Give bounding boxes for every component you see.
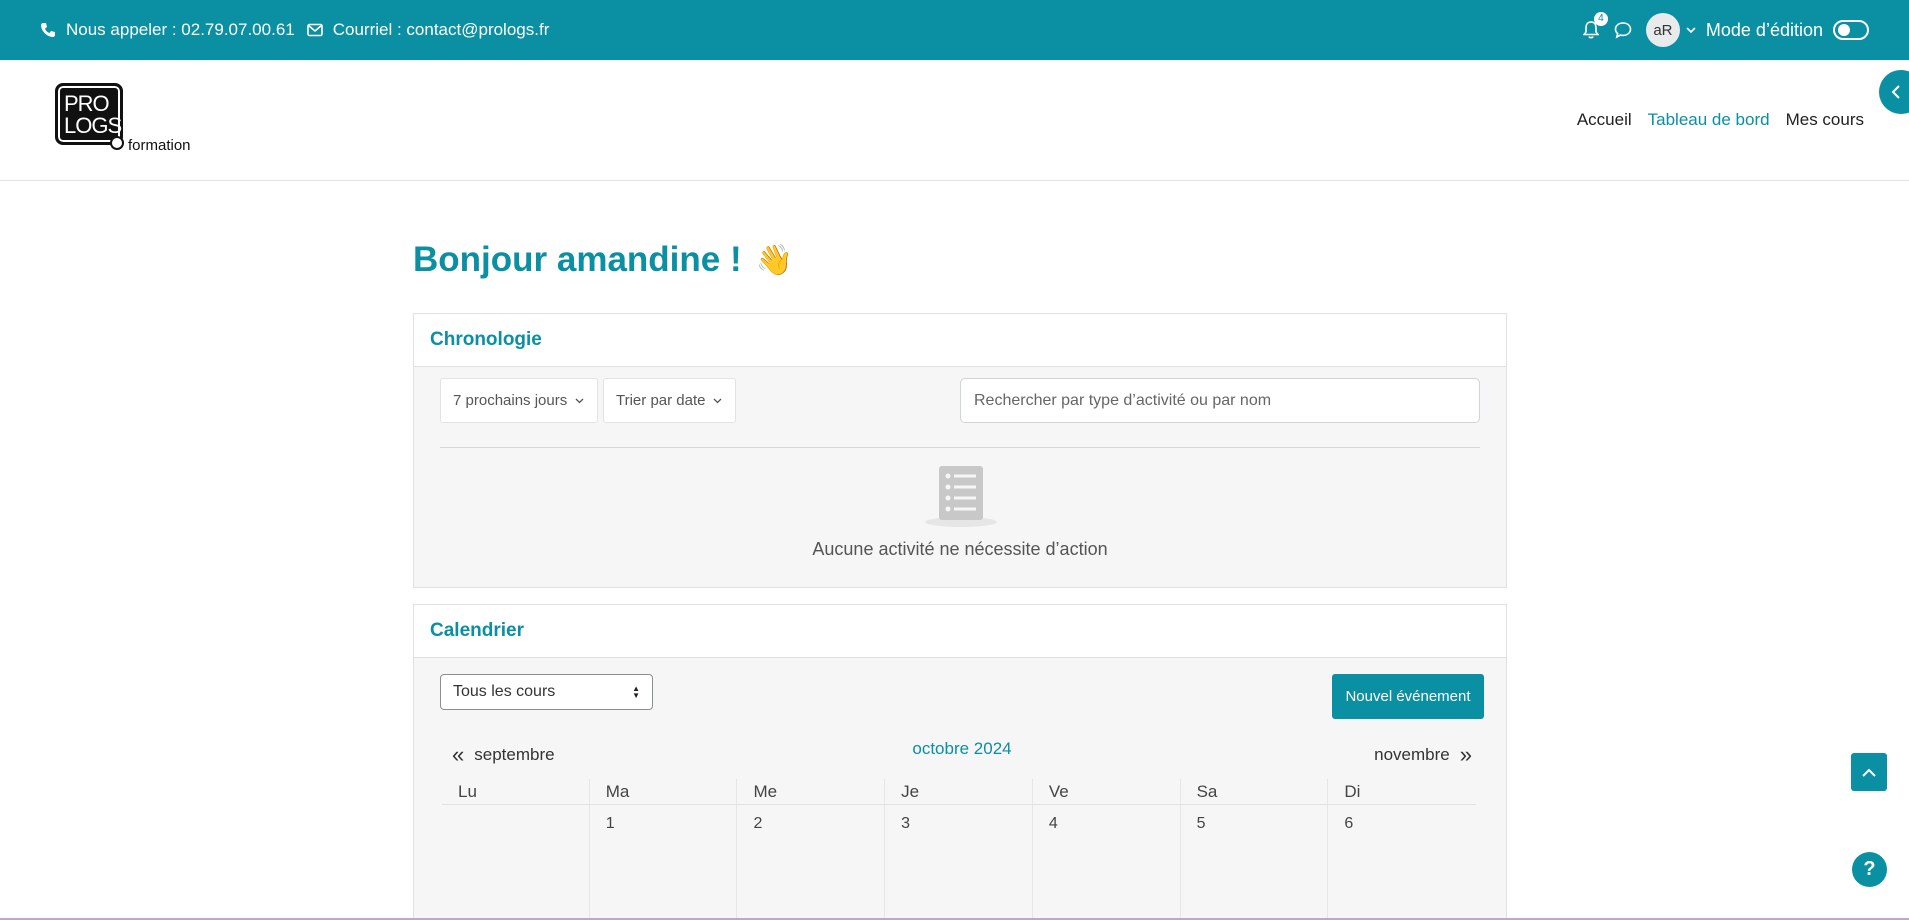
weekday-header: Lu Ma Me Je Ve Sa Di [442, 779, 1476, 805]
next-month-label: novembre [1374, 745, 1450, 764]
phone-contact[interactable]: Nous appeler : 02.79.07.00.61 [38, 20, 295, 40]
timeline-block: Chronologie 7 prochains jours Trier par … [413, 313, 1507, 588]
calendar-day[interactable]: 1 [590, 805, 738, 920]
weekday-label: Sa [1181, 779, 1329, 804]
calendar-day[interactable]: 2 [737, 805, 886, 920]
month-navigation: octobre 2024 « septembre novembre » [442, 739, 1482, 768]
divider [440, 447, 1480, 448]
select-arrows-icon: ▲ ▼ [632, 684, 640, 700]
logo-line-2: LOGS [64, 113, 122, 138]
empty-state-text: Aucune activité ne nécessite d’action [812, 539, 1108, 559]
logo-word: formation [128, 137, 191, 154]
day-filter-label: 7 prochains jours [453, 392, 568, 409]
envelope-icon [305, 20, 325, 40]
messages-button[interactable] [1612, 19, 1634, 41]
page-title: Bonjour amandine ! 👋 [413, 240, 793, 280]
course-filter-select[interactable]: Tous les cours ▲ ▼ [440, 674, 653, 710]
timeline-title: Chronologie [414, 314, 1506, 367]
nav-item-tableau-de-bord[interactable]: Tableau de bord [1648, 110, 1770, 130]
logo-line-1: PRO [64, 91, 110, 116]
toggle-knob [1838, 24, 1850, 36]
help-button[interactable]: ? [1852, 852, 1887, 887]
calendar-day-empty [442, 805, 590, 920]
prev-month-link[interactable]: « septembre [442, 742, 555, 768]
current-month: octobre 2024 [912, 739, 1012, 758]
site-logo[interactable]: PRO LOGS formation [55, 83, 215, 158]
calendar-day[interactable]: 3 [885, 805, 1033, 920]
waving-hand-icon: 👋 [755, 243, 793, 277]
greeting-text: Bonjour amandine ! [413, 240, 742, 279]
calendar-grid: Lu Ma Me Je Ve Sa Di 1 2 3 4 5 6 [442, 779, 1476, 920]
phone-label: Nous appeler : 02.79.07.00.61 [66, 20, 295, 39]
logo-bubble [110, 136, 124, 150]
course-filter-value: Tous les cours [453, 683, 556, 700]
double-chevron-right-icon: » [1459, 742, 1472, 767]
weekday-label: Je [885, 779, 1033, 804]
back-to-top-button[interactable] [1851, 753, 1887, 791]
calendar-block: Calendrier Tous les cours ▲ ▼ Nouvel évén… [413, 604, 1507, 920]
chevron-down-icon [575, 396, 585, 406]
chevron-down-icon [713, 396, 723, 406]
edit-mode-label: Mode d’édition [1705, 19, 1823, 40]
chevron-down-icon[interactable] [1686, 25, 1696, 35]
calendar-week-row: 1 2 3 4 5 6 [442, 805, 1476, 920]
top-bar: Nous appeler : 02.79.07.00.61 Courriel :… [0, 0, 1909, 60]
new-event-button[interactable]: Nouvel événement [1332, 674, 1484, 719]
calendar-day[interactable]: 5 [1181, 805, 1329, 920]
empty-list-icon [924, 466, 998, 528]
site-header: PRO LOGS formation Accueil Tableau de bo… [0, 60, 1909, 181]
double-chevron-left-icon: « [452, 742, 465, 767]
calendar-day[interactable]: 6 [1328, 805, 1476, 920]
next-month-link[interactable]: novembre » [1374, 742, 1482, 768]
sort-dropdown[interactable]: Trier par date [603, 378, 737, 423]
prev-month-label: septembre [474, 745, 555, 764]
notification-badge: 4 [1593, 12, 1608, 26]
weekday-label: Ma [590, 779, 738, 804]
contact-info: Nous appeler : 02.79.07.00.61 Courriel :… [38, 0, 559, 60]
sort-label: Trier par date [616, 392, 706, 409]
search-input[interactable] [960, 378, 1480, 423]
drawer-toggle-button[interactable] [1879, 70, 1909, 114]
weekday-label: Lu [442, 779, 590, 804]
nav-item-mes-cours[interactable]: Mes cours [1786, 110, 1864, 130]
notifications-button[interactable]: 4 [1580, 12, 1608, 41]
nav-item-accueil[interactable]: Accueil [1577, 110, 1632, 130]
avatar[interactable]: aR [1645, 13, 1680, 47]
calendar-title: Calendrier [414, 605, 1506, 658]
weekday-label: Me [737, 779, 886, 804]
email-contact[interactable]: Courriel : contact@prologs.fr [305, 20, 550, 40]
email-label: Courriel : contact@prologs.fr [332, 20, 550, 39]
calendar-day[interactable]: 4 [1033, 805, 1181, 920]
chat-icon [1614, 22, 1632, 39]
logo-mark: PRO LOGS [55, 83, 123, 145]
user-actions: 4 aR Mode d’édition [1580, 0, 1869, 60]
weekday-label: Di [1344, 782, 1361, 801]
primary-nav: Accueil Tableau de bord Mes cours [1561, 110, 1864, 130]
edit-mode-toggle[interactable] [1833, 20, 1869, 40]
chevron-up-icon [1862, 768, 1876, 777]
phone-icon [38, 20, 58, 40]
chevron-left-icon [1891, 85, 1900, 99]
weekday-label: Ve [1033, 779, 1181, 804]
day-filter-dropdown[interactable]: 7 prochains jours [440, 378, 599, 423]
